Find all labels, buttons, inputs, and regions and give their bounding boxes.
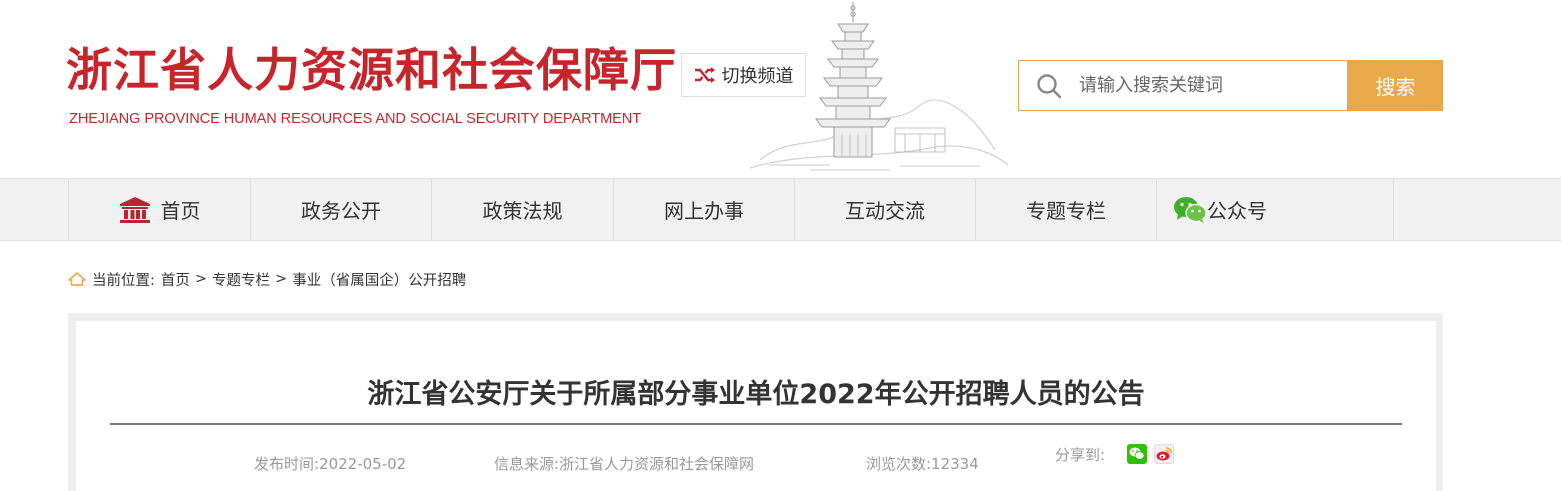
nav-item-government-affairs[interactable]: 政务公开 [250, 179, 431, 240]
site-header: 浙江省人力资源和社会保障厅 ZHEJIANG PROVINCE HUMAN RE… [0, 0, 1561, 178]
search-box [1018, 60, 1348, 111]
home-icon [68, 272, 86, 286]
view-count: 浏览次数:12334 [866, 455, 979, 473]
info-source: 信息来源:浙江省人力资源和社会保障网 [494, 455, 755, 473]
breadcrumb-link-recruitment[interactable]: 事业（省属国企）公开招聘 [292, 269, 466, 290]
nav-item-label: 公众号 [1207, 199, 1267, 223]
shuffle-icon [694, 67, 715, 83]
breadcrumb-separator: > [194, 271, 208, 287]
nav-item-label: 专题专栏 [1026, 199, 1106, 223]
nav-item-label: 网上办事 [664, 199, 744, 223]
share-weibo-icon[interactable] [1154, 444, 1174, 464]
share-wechat-icon[interactable] [1127, 444, 1147, 464]
nav-item-official-account[interactable]: 公众号 [1156, 179, 1394, 240]
search-input[interactable] [1079, 65, 1339, 106]
home-building-icon [119, 196, 150, 223]
nav-item-label: 互动交流 [845, 199, 925, 223]
title-divider [110, 423, 1402, 425]
nav-item-policies[interactable]: 政策法规 [431, 179, 613, 240]
wechat-icon [1174, 196, 1207, 223]
pagoda-illustration [750, 2, 1009, 171]
article-title: 浙江省公安厅关于所属部分事业单位2022年公开招聘人员的公告 [367, 379, 1145, 410]
nav-item-home[interactable]: 首页 [68, 179, 250, 240]
nav-item-label: 首页 [160, 199, 201, 223]
search-icon[interactable] [1019, 61, 1079, 110]
search-button[interactable]: 搜索 [1348, 60, 1443, 111]
nav-item-label: 政务公开 [301, 199, 381, 223]
breadcrumb: 当前位置: 首页 > 专题专栏 > 事业（省属国企）公开招聘 [68, 268, 466, 290]
share-label: 分享到: [1055, 446, 1106, 464]
publish-time: 发布时间:2022-05-02 [254, 455, 407, 473]
nav-item-interaction[interactable]: 互动交流 [794, 179, 975, 240]
breadcrumb-link-home[interactable]: 首页 [161, 269, 190, 290]
nav-item-special-topics[interactable]: 专题专栏 [975, 179, 1156, 240]
breadcrumb-separator: > [275, 271, 288, 287]
nav-item-online-services[interactable]: 网上办事 [613, 179, 794, 240]
site-logo-title[interactable]: 浙江省人力资源和社会保障厅 [66, 40, 677, 100]
nav-item-label: 政策法规 [482, 199, 563, 223]
breadcrumb-link-special-topics[interactable]: 专题专栏 [212, 269, 270, 290]
main-nav: 首页 政务公开 政策法规 网上办事 互动交流 专题专栏 公众号 [0, 178, 1561, 241]
breadcrumb-prefix: 当前位置: [92, 272, 155, 289]
site-logo-subtitle: ZHEJIANG PROVINCE HUMAN RESOURCES AND SO… [69, 111, 642, 127]
